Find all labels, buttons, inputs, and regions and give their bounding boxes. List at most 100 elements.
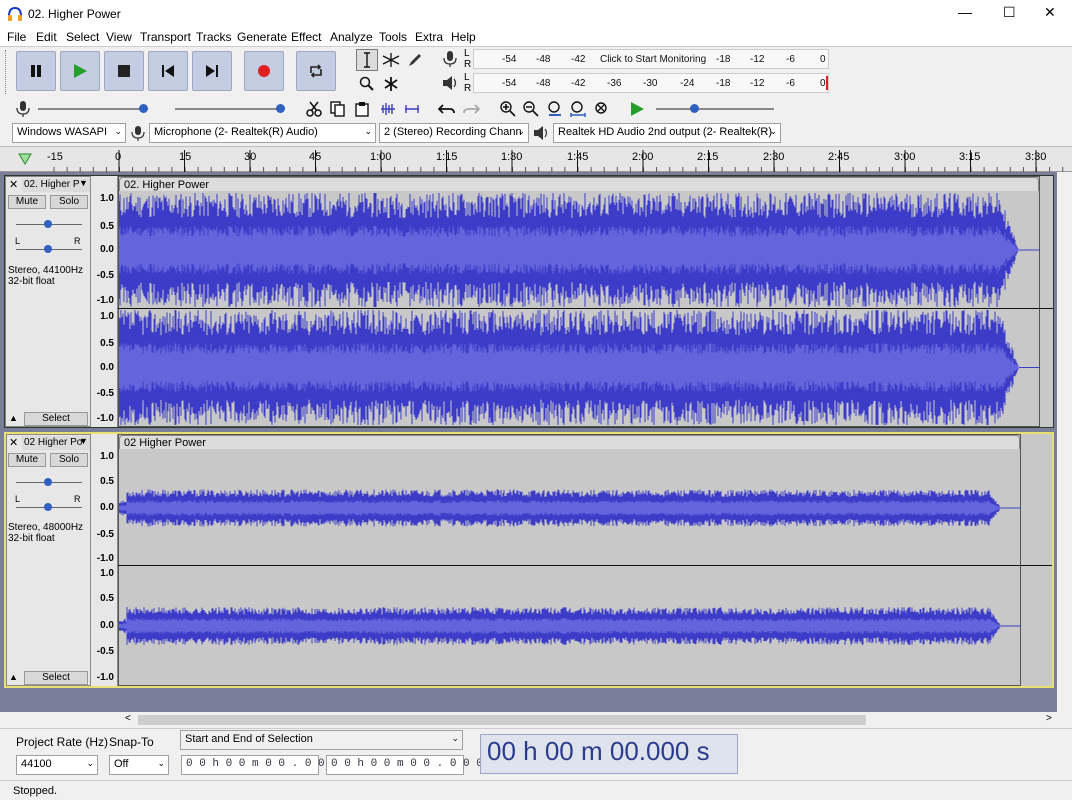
copy-button[interactable] — [327, 98, 349, 120]
vruler-label: 1.0 — [100, 311, 114, 322]
track-2-vertical-ruler[interactable]: 1.0 0.5 0.0 -0.5 -1.0 1.0 0.5 0.0 -0.5 -… — [91, 434, 118, 686]
window-title: 02. Higher Power — [28, 7, 121, 21]
recording-volume-slider[interactable] — [38, 108, 148, 110]
zoom-tool[interactable] — [356, 73, 378, 95]
cut-button[interactable] — [303, 98, 325, 120]
skip-to-end-button[interactable] — [192, 51, 232, 91]
menu-view[interactable]: View — [106, 30, 132, 44]
menu-effect[interactable]: Effect — [291, 30, 321, 44]
menu-edit[interactable]: Edit — [36, 30, 57, 44]
menu-transport[interactable]: Transport — [140, 30, 191, 44]
playback-volume-thumb[interactable] — [276, 104, 285, 113]
selection-end-field[interactable]: 0 0 h 0 0 m 0 0 . 0 0 0 s — [326, 755, 496, 775]
trim-button[interactable] — [377, 98, 399, 120]
stop-button[interactable] — [104, 51, 144, 91]
recording-meter[interactable]: -54 -48 -42 Click to Start Monitoring -1… — [473, 49, 829, 69]
selection-mode-select[interactable]: Start and End of Selection ⌄ — [180, 730, 463, 750]
scroll-left-icon[interactable]: < — [125, 713, 131, 724]
gain-thumb[interactable] — [44, 478, 52, 486]
menu-generate[interactable]: Generate — [237, 30, 287, 44]
track-1-vertical-ruler[interactable]: 1.0 0.5 0.0 -0.5 -1.0 1.0 0.5 0.0 -0.5 -… — [91, 176, 118, 427]
selection-start-field[interactable]: 0 0 h 0 0 m 0 0 . 0 0 0 s — [181, 755, 351, 775]
zoom-toggle-button[interactable] — [591, 98, 613, 120]
toolbar-grip[interactable] — [5, 50, 8, 94]
scroll-thumb[interactable] — [138, 715, 866, 725]
zoom-out-button[interactable] — [520, 98, 542, 120]
minimize-button[interactable]: — — [958, 4, 972, 20]
envelope-tool[interactable] — [380, 49, 402, 71]
solo-label: Solo — [58, 196, 79, 207]
recording-channels-select[interactable]: 2 (Stereo) Recording Chann ⌄ — [379, 123, 529, 143]
track-close-icon[interactable]: ✕ — [9, 178, 18, 191]
collapse-icon[interactable]: ▲ — [9, 413, 18, 423]
play-speed-slider[interactable] — [656, 108, 774, 110]
track-1-wave-area[interactable]: 02. Higher Power — [118, 176, 1053, 427]
zoom-in-button[interactable] — [497, 98, 519, 120]
vertical-scrollbar[interactable] — [1057, 172, 1072, 712]
pause-button[interactable] — [16, 51, 56, 91]
select-track-button[interactable]: Select — [24, 671, 88, 685]
audio-position-value: 00 h 00 m 00.000 s — [487, 736, 710, 766]
playback-meter[interactable]: -54 -48 -42 -36 -30 -24 -18 -12 -6 0 — [473, 73, 829, 93]
clip-title-bar[interactable]: 02. Higher Power — [119, 177, 1039, 191]
fit-project-button[interactable] — [567, 98, 589, 120]
project-rate-select[interactable]: 44100 ⌄ — [16, 755, 98, 775]
play-button[interactable] — [60, 51, 100, 91]
menu-extra[interactable]: Extra — [415, 30, 443, 44]
snap-to-select[interactable]: Off ⌄ — [109, 755, 169, 775]
rec-tick: 0 — [820, 54, 826, 65]
play-tick: -12 — [750, 78, 765, 89]
select-track-button[interactable]: Select — [24, 412, 88, 426]
draw-tool[interactable] — [404, 49, 426, 71]
silence-button[interactable] — [401, 98, 423, 120]
skip-to-start-button[interactable] — [148, 51, 188, 91]
vruler-label: 0.0 — [100, 620, 114, 631]
scroll-right-icon[interactable]: > — [1046, 713, 1052, 724]
recording-volume-thumb[interactable] — [139, 104, 148, 113]
horizontal-scrollbar[interactable]: < > — [0, 712, 1072, 728]
menu-file[interactable]: File — [7, 30, 26, 44]
play-at-speed-button[interactable] — [626, 98, 648, 120]
record-button[interactable] — [244, 51, 284, 91]
track-close-icon[interactable]: ✕ — [9, 436, 18, 449]
pan-thumb[interactable] — [44, 503, 52, 511]
loop-button[interactable] — [296, 51, 336, 91]
menu-analyze[interactable]: Analyze — [330, 30, 373, 44]
collapse-icon[interactable]: ▲ — [9, 672, 18, 682]
solo-button[interactable]: Solo — [50, 195, 88, 209]
clip-title-bar[interactable]: 02 Higher Power — [119, 435, 1020, 449]
redo-button[interactable] — [460, 98, 482, 120]
paste-button[interactable] — [351, 98, 373, 120]
close-button[interactable]: ✕ — [1044, 4, 1056, 21]
track-2-wave-area[interactable]: 02 Higher Power — [118, 434, 1052, 686]
recording-channels-value: 2 (Stereo) Recording Chann — [384, 126, 522, 138]
vruler-label: 0.5 — [100, 593, 114, 604]
playback-device-select[interactable]: Realtek HD Audio 2nd output (2- Realtek(… — [553, 123, 781, 143]
fit-selection-button[interactable] — [544, 98, 566, 120]
menu-tools[interactable]: Tools — [379, 30, 407, 44]
zoom-out-icon — [523, 101, 539, 117]
audio-host-select[interactable]: Windows WASAPI ⌄ — [12, 123, 126, 143]
timeline-ruler[interactable]: -15 0 15 30 45 1:00 1:15 1:30 1:45 2:00 … — [0, 146, 1072, 172]
speaker-icon[interactable] — [441, 74, 459, 92]
maximize-button[interactable]: ☐ — [1003, 4, 1016, 21]
menu-select[interactable]: Select — [66, 30, 99, 44]
mute-button[interactable]: Mute — [8, 453, 46, 467]
transport-toolbar: L R -54 -48 -42 Click to Start Monitorin… — [0, 46, 1072, 96]
menu-tracks[interactable]: Tracks — [196, 30, 232, 44]
microphone-icon[interactable] — [441, 50, 459, 68]
menu-help[interactable]: Help — [451, 30, 476, 44]
channel-divider — [118, 565, 1052, 566]
audio-position-display[interactable]: 00 h 00 m 00.000 s — [480, 734, 738, 774]
playback-volume-slider[interactable] — [175, 108, 285, 110]
pan-thumb[interactable] — [44, 245, 52, 253]
recording-device-select[interactable]: Microphone (2- Realtek(R) Audio) ⌄ — [149, 123, 376, 143]
gain-thumb[interactable] — [44, 220, 52, 228]
magnifier-icon — [359, 76, 374, 91]
undo-button[interactable] — [436, 98, 458, 120]
mute-button[interactable]: Mute — [8, 195, 46, 209]
solo-button[interactable]: Solo — [50, 453, 88, 467]
multi-tool[interactable] — [380, 73, 402, 95]
selection-tool[interactable] — [356, 49, 378, 71]
play-speed-thumb[interactable] — [690, 104, 699, 113]
